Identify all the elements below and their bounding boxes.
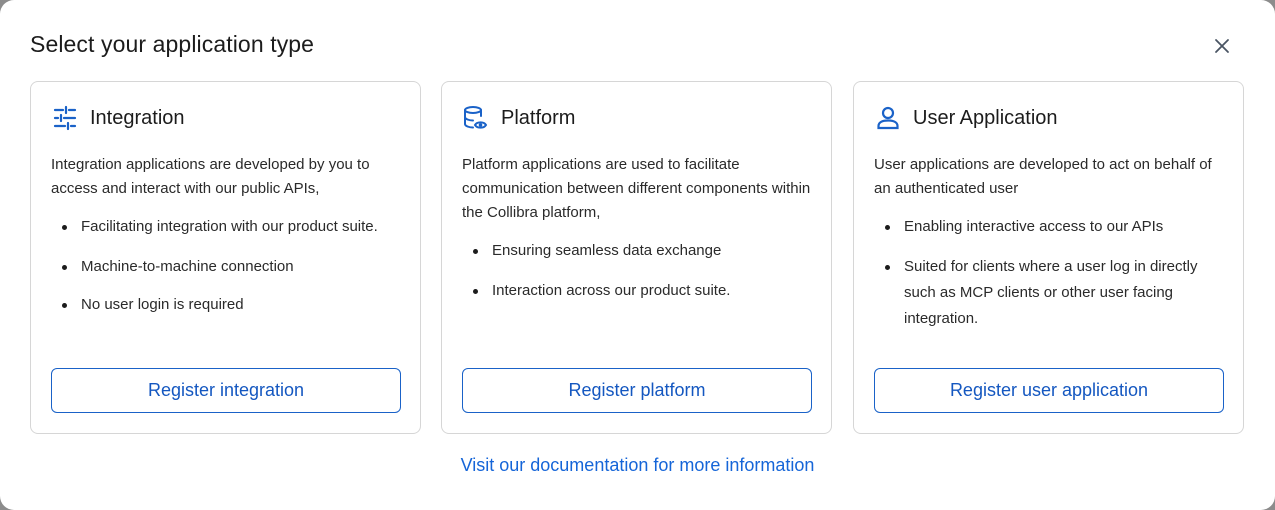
card-title: Platform: [501, 106, 576, 129]
dialog-title: Select your application type: [30, 31, 315, 57]
select-application-type-dialog: Select your application type Integration…: [0, 0, 1275, 510]
card-header: User Application: [874, 104, 1058, 132]
register-platform-button[interactable]: Register platform: [462, 368, 812, 413]
list-item: Interaction across our product suite.: [462, 278, 817, 304]
close-icon: [1215, 39, 1229, 53]
documentation-link[interactable]: Visit our documentation for more informa…: [0, 455, 1275, 476]
card-description: User applications are developed to act o…: [874, 156, 1212, 197]
card-bullet-list: Enabling interactive access to our APIs …: [874, 214, 1229, 346]
card-description: Platform applications are used to facili…: [462, 156, 811, 221]
sliders-icon: [51, 104, 79, 132]
card-header: Platform: [462, 104, 575, 132]
list-item: Ensuring seamless data exchange: [462, 238, 817, 264]
card-header: Integration: [51, 104, 185, 132]
card-platform: Platform Platform applications are used …: [441, 81, 832, 434]
database-eye-icon: [462, 104, 490, 132]
user-icon: [874, 104, 902, 132]
card-description: Integration applications are developed b…: [51, 156, 370, 197]
card-integration: Integration Integration applications are…: [30, 81, 421, 434]
list-item: Enabling interactive access to our APIs: [874, 214, 1229, 240]
card-title: Integration: [90, 106, 185, 129]
card-user-application: User Application User applications are d…: [853, 81, 1244, 434]
list-item: No user login is required: [51, 292, 406, 318]
card-bullet-list: Ensuring seamless data exchange Interact…: [462, 238, 817, 318]
card-title: User Application: [913, 106, 1058, 129]
register-user-application-button[interactable]: Register user application: [874, 368, 1224, 413]
list-item: Machine-to-machine connection: [51, 254, 406, 280]
register-integration-button[interactable]: Register integration: [51, 368, 401, 413]
list-item: Facilitating integration with our produc…: [51, 214, 406, 240]
close-button[interactable]: [1211, 35, 1233, 57]
list-item: Suited for clients where a user log in d…: [874, 254, 1229, 332]
card-bullet-list: Facilitating integration with our produc…: [51, 214, 406, 332]
